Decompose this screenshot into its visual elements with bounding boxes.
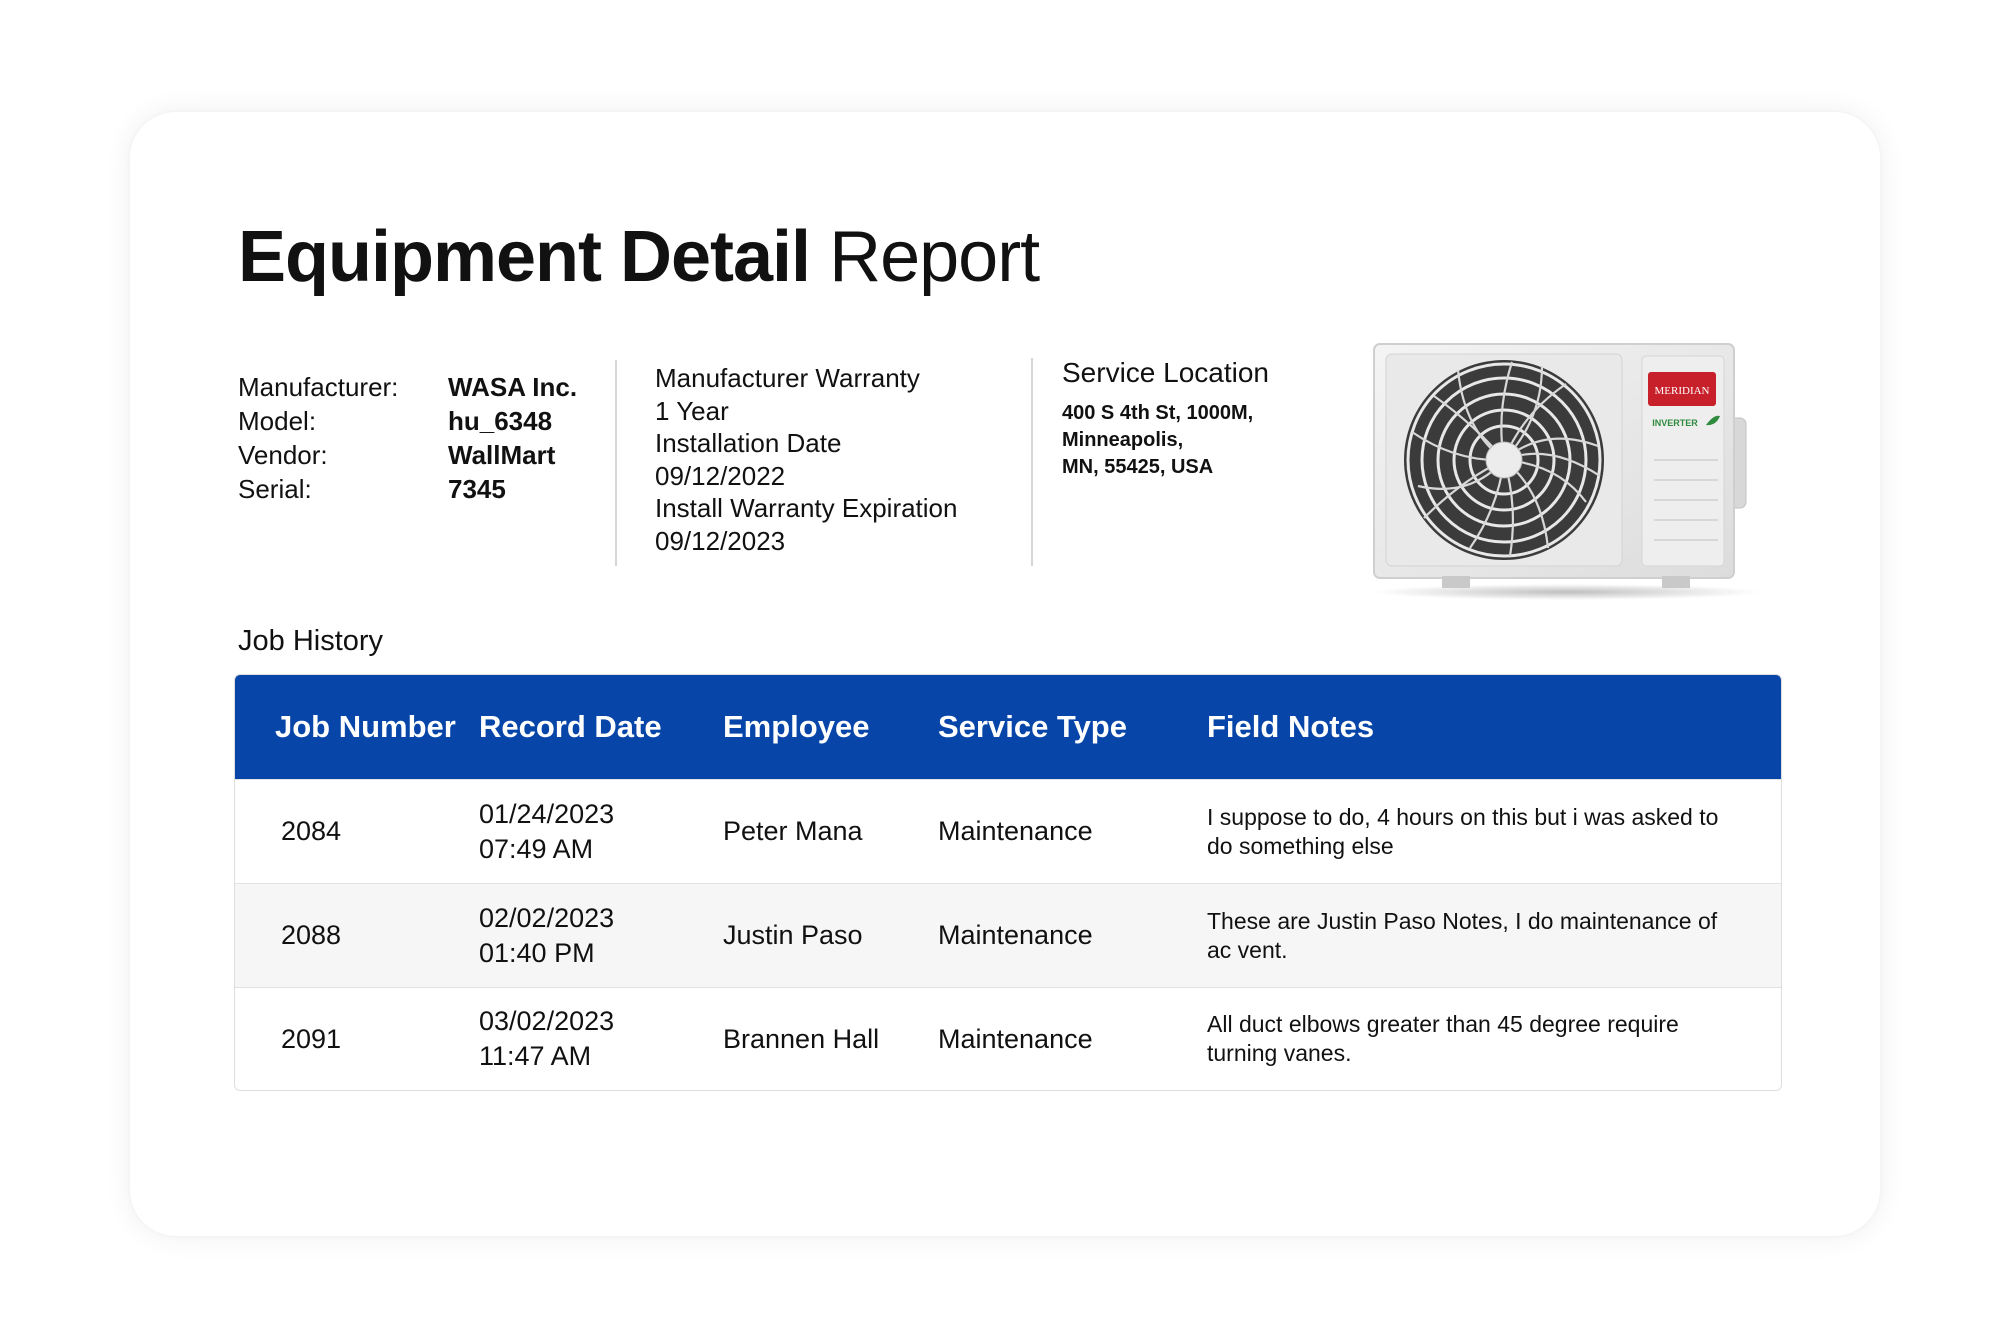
equipment-specs: Manufacturer: WASA Inc. Model: hu_6348 V… [238,370,577,506]
employee-cell: Justin Paso [723,920,863,950]
spec-value: WASA Inc. [448,372,578,402]
table-header: Job Number Record Date Employee Service … [235,675,1781,779]
spec-row-model: Model: hu_6348 [238,404,577,438]
spec-label: Manufacturer: [238,372,399,402]
spec-value: 7345 [448,474,506,504]
installation-date-value: 09/12/2022 [655,460,786,491]
header-job-number: Job Number [275,709,456,744]
manufacturer-warranty-label: Manufacturer Warranty [655,363,920,393]
column-divider [1031,358,1033,566]
page: Equipment Detail Report Manufacturer: WA… [0,0,2000,1338]
spec-label: Model: [238,406,317,436]
spec-row-serial: Serial: 7345 [238,472,577,506]
brand-logo: MERIDIAN [1655,385,1710,397]
manufacturer-warranty-value: 1 Year [655,395,729,426]
address-line: MN, 55425, USA [1062,456,1214,478]
install-expiration-value: 09/12/2023 [655,525,786,556]
installation-date-label: Installation Date [655,428,842,458]
table-row: 2084 01/24/2023 07:49 AM Peter Mana Main… [235,779,1781,883]
page-title: Equipment Detail Report [238,212,1040,302]
address-line: 400 S 4th St, 1000M, [1062,402,1254,424]
spec-row-vendor: Vendor: WallMart [238,438,577,472]
unit-shadow [1372,584,1762,600]
header-record-date: Record Date [479,709,662,744]
header-service-type: Service Type [938,709,1127,744]
fan-hub [1485,441,1523,479]
spec-row-manufacturer: Manufacturer: WASA Inc. [238,370,577,404]
field-notes-cell: All duct elbows greater than 45 degree r… [1207,1011,1679,1066]
table-row: 2088 02/02/2023 01:40 PM Justin Paso Mai… [235,883,1781,987]
record-time: 07:49 AM [479,833,594,864]
spec-label: Vendor: [238,440,328,470]
unit-foot [1662,576,1690,588]
report-card: Equipment Detail Report Manufacturer: WA… [130,112,1880,1236]
title-regular: Report [810,217,1040,297]
unit-foot [1442,576,1470,588]
job-number-cell: 2091 [281,1023,342,1054]
record-date-cell: 01/24/2023 07:49 AM [475,797,719,867]
service-type-cell: Maintenance [938,816,1093,846]
table-row: 2091 03/02/2023 11:47 AM Brannen Hall Ma… [235,987,1781,1090]
service-location-title: Service Location [1062,357,1270,388]
service-location: Service Location 400 S 4th St, 1000M, Mi… [1062,354,1269,481]
warranty-info: Manufacturer Warranty 1 Year Installatio… [655,362,957,557]
column-divider [615,360,617,566]
employee-cell: Brannen Hall [723,1023,880,1054]
header-employee: Employee [723,709,870,744]
service-type-cell: Maintenance [938,920,1093,950]
spec-value: hu_6348 [448,406,553,436]
job-history-title: Job History [238,625,384,657]
employee-cell: Peter Mana [723,816,863,846]
title-bold: Equipment Detail [238,217,811,297]
inverter-logo: INVERTER [1652,418,1698,428]
job-history-table: Job Number Record Date Employee Service … [234,674,1782,1091]
address-line: Minneapolis, [1062,429,1184,451]
record-time: 01:40 PM [479,937,595,968]
record-date-cell: 03/02/2023 11:47 AM [475,1004,719,1074]
ac-unit-image: MERIDIAN INVERTER [1372,343,1762,600]
header-field-notes: Field Notes [1207,709,1375,744]
record-date-cell: 02/02/2023 01:40 PM [475,901,719,971]
install-expiration-label: Install Warranty Expiration [655,493,958,523]
field-notes-cell: I suppose to do, 4 hours on this but i w… [1207,803,1719,859]
record-date: 02/02/2023 [479,902,615,933]
field-notes-cell: These are Justin Paso Notes, I do mainte… [1207,907,1718,963]
job-number-cell: 2084 [281,816,342,846]
record-date: 01/24/2023 [479,798,615,829]
record-date: 03/02/2023 [479,1006,615,1036]
spec-value: WallMart [448,440,556,470]
spec-label: Serial: [238,474,312,504]
record-time: 11:47 AM [479,1041,592,1071]
job-number-cell: 2088 [281,920,342,950]
service-type-cell: Maintenance [938,1023,1093,1054]
